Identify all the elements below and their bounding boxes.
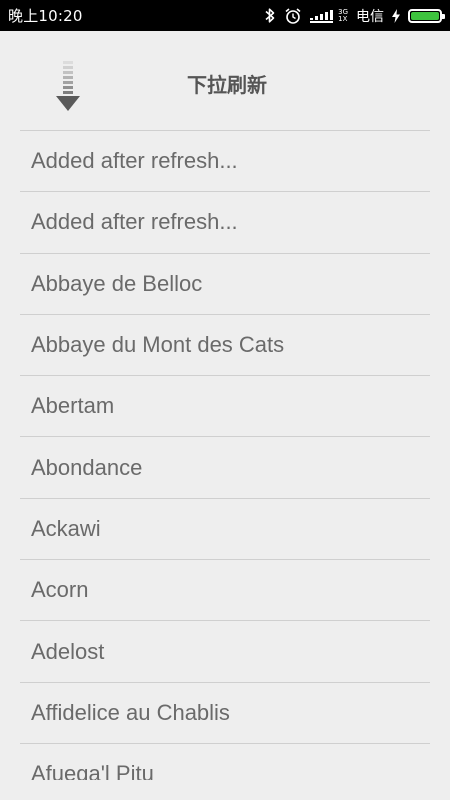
pull-to-refresh-label: 下拉刷新	[187, 73, 267, 97]
list-item[interactable]: Abbaye du Mont des Cats	[20, 313, 430, 375]
list-item[interactable]: Adelost	[20, 620, 430, 681]
network-type-bottom: 1X	[338, 14, 348, 23]
charging-bolt-icon	[392, 8, 400, 23]
battery-fill	[411, 11, 439, 20]
battery-icon	[408, 8, 445, 23]
pull-to-refresh-header: 下拉刷新	[20, 31, 430, 130]
list-item[interactable]: Ackawi	[20, 497, 430, 559]
signal-bars-icon	[310, 9, 334, 23]
carrier-label: 电信	[356, 8, 384, 25]
list-item[interactable]: Added after refresh...	[20, 191, 430, 252]
status-icons: 3G 1X 电信	[264, 6, 445, 26]
list-item[interactable]: Abondance	[20, 436, 430, 497]
list-item[interactable]: Abertam	[20, 375, 430, 436]
list-item[interactable]: Added after refresh...	[20, 130, 430, 191]
list-item[interactable]: Abbaye de Belloc	[20, 252, 430, 314]
bluetooth-icon	[264, 7, 276, 24]
network-type: 3G 1X	[338, 8, 348, 23]
list-item[interactable]: Affidelice au Chablis	[20, 681, 430, 743]
status-bar: 晚上10:20 3G 1X 电信	[0, 0, 450, 31]
alarm-clock-icon	[284, 7, 302, 25]
battery-tip	[442, 13, 445, 19]
cheese-list[interactable]: Added after refresh... Added after refre…	[20, 130, 430, 780]
list-item[interactable]: Acorn	[20, 559, 430, 620]
list-item[interactable]: Afuega'l Pitu	[20, 742, 430, 780]
status-time: 晚上10:20	[8, 7, 83, 25]
